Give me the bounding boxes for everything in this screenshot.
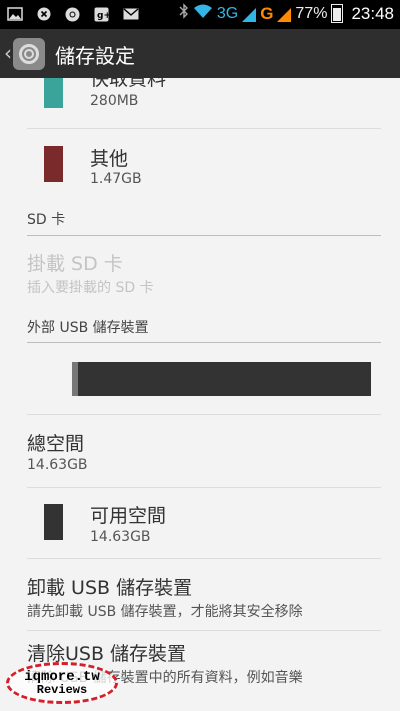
signal-icon-2 — [277, 7, 292, 22]
system-icons: 3G G 77% 23:48 — [179, 3, 394, 24]
back-chevron-icon[interactable]: ‹ — [4, 41, 12, 65]
battery-icon — [331, 4, 344, 23]
cache-title: 快取資料 — [90, 78, 167, 90]
storage-settings-list[interactable]: 快取資料 280MB 其他 1.47GB SD 卡 掛載 SD 卡 插入要掛載的… — [0, 78, 400, 711]
gmail-icon — [122, 6, 139, 22]
gplus-icon: g+ — [93, 6, 110, 22]
cache-color-swatch — [44, 78, 63, 108]
watermark-line1: iqmore.tw — [24, 669, 100, 685]
total-space-value: 14.63GB — [27, 457, 88, 473]
sd-section-header: SD 卡 — [27, 212, 66, 228]
svg-text:g+: g+ — [97, 11, 109, 21]
signal-icon — [242, 7, 257, 22]
available-color-swatch — [44, 504, 63, 540]
watermark-logo: iqmore.tw Reviews — [6, 662, 118, 704]
other-title: 其他 — [90, 148, 129, 170]
unmount-usb-title: 卸載 USB 儲存裝置 — [27, 577, 193, 599]
image-icon — [6, 6, 23, 22]
page-title: 儲存設定 — [55, 44, 135, 68]
settings-app-icon[interactable] — [13, 38, 45, 70]
mount-sd-title: 掛載 SD 卡 — [27, 253, 123, 275]
action-bar: ‹ 儲存設定 — [0, 29, 400, 78]
mount-sd-subtitle: 插入要掛載的 SD 卡 — [27, 280, 154, 296]
notification-icons: g+ — [6, 6, 139, 22]
wifi-icon — [193, 3, 213, 24]
total-space-title: 總空間 — [27, 433, 85, 455]
other-size: 1.47GB — [90, 171, 142, 187]
total-space-item[interactable]: 總空間 14.63GB — [0, 415, 400, 487]
list-item-other[interactable]: 其他 1.47GB — [0, 129, 400, 201]
network-3g-label: 3G — [216, 4, 239, 22]
clock: 23:48 — [351, 3, 394, 23]
chrome-icon — [64, 6, 81, 22]
mount-sd-item: 掛載 SD 卡 插入要掛載的 SD 卡 — [0, 236, 400, 296]
available-space-value: 14.63GB — [90, 529, 151, 545]
unmount-usb-subtitle: 請先卸載 USB 儲存裝置，才能將其安全移除 — [27, 604, 303, 620]
watermark-line2: Reviews — [36, 683, 88, 697]
section-divider — [27, 342, 381, 343]
list-item-cache[interactable]: 快取資料 280MB — [0, 78, 400, 128]
status-bar: g+ 3G G 77% 23:48 — [0, 0, 400, 29]
cache-size: 280MB — [90, 93, 139, 109]
bluetooth-icon — [179, 3, 189, 24]
usb-section-header: 外部 USB 儲存裝置 — [27, 320, 149, 336]
network-g-label: G — [260, 3, 274, 23]
available-space-title: 可用空間 — [90, 505, 167, 527]
close-icon — [35, 6, 52, 22]
battery-percent: 77% — [295, 4, 328, 22]
unmount-usb-item[interactable]: 卸載 USB 儲存裝置 請先卸載 USB 儲存裝置，才能將其安全移除 — [0, 559, 400, 630]
available-space-item[interactable]: 可用空間 14.63GB — [0, 488, 400, 558]
other-color-swatch — [44, 146, 63, 182]
usb-usage-bar-edge — [72, 362, 78, 396]
usb-usage-bar — [72, 362, 371, 396]
